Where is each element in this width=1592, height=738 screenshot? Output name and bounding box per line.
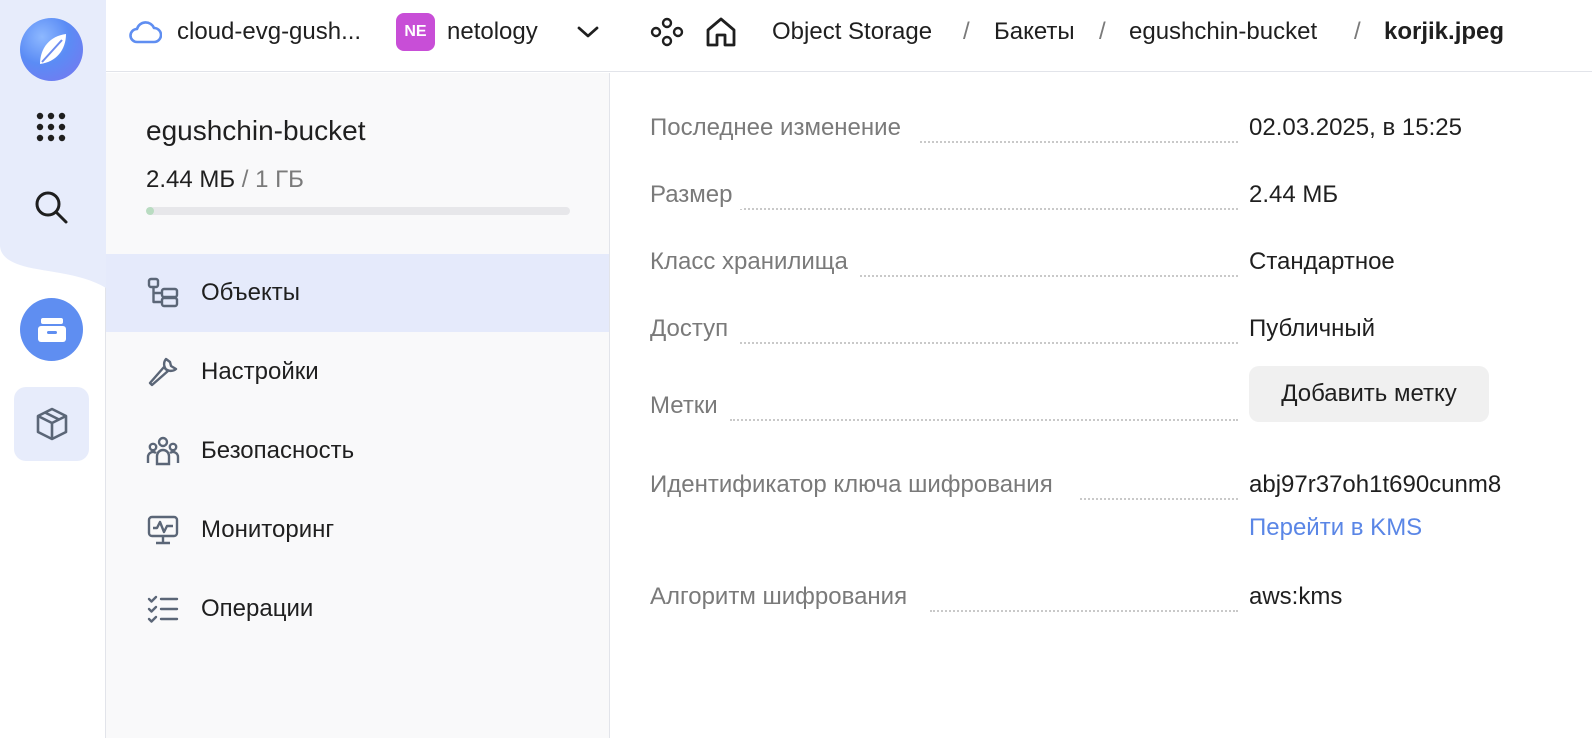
- detail-row-access: Доступ Публичный: [650, 315, 1550, 355]
- home-icon[interactable]: [704, 0, 738, 64]
- nodes-icon[interactable]: [650, 0, 684, 64]
- detail-row-encryption-key: Идентификатор ключа шифрования abj97r37o…: [650, 471, 1550, 511]
- box-icon[interactable]: [14, 387, 89, 461]
- top-header: cloud-evg-gush... NE netology Object Sto…: [106, 0, 1592, 72]
- sidebar-item-label: Настройки: [201, 358, 319, 385]
- breadcrumb-buckets[interactable]: Бакеты: [994, 0, 1075, 64]
- detail-row-size: Размер 2.44 МБ: [650, 181, 1550, 221]
- sidebar-item-label: Безопасность: [201, 437, 355, 464]
- detail-row-encryption-algorithm: Алгоритм шифрования aws:kms: [650, 583, 1550, 623]
- sidebar-item-label: Операции: [201, 595, 314, 622]
- detail-row-modified: Последнее изменение 02.03.2025, в 15:25: [650, 114, 1550, 154]
- left-rail: [0, 0, 106, 738]
- usage-progress-fill: [146, 207, 155, 215]
- detail-value: Публичный: [1249, 315, 1376, 342]
- breadcrumb-separator: /: [1354, 18, 1361, 45]
- services-grid-icon[interactable]: [31, 107, 71, 147]
- sidebar-item-label: Мониторинг: [201, 516, 335, 543]
- dotted-leader: [860, 275, 1238, 277]
- sidebar-item-operations[interactable]: Операции: [106, 570, 609, 648]
- detail-value: 02.03.2025, в 15:25: [1249, 114, 1462, 141]
- add-tag-button[interactable]: Добавить метку: [1249, 366, 1489, 422]
- dotted-leader: [740, 342, 1238, 344]
- objects-tree-icon: [146, 276, 180, 310]
- users-icon: [146, 434, 180, 468]
- detail-value: aws:kms: [1249, 583, 1343, 610]
- dotted-leader: [920, 141, 1238, 143]
- detail-label: Последнее изменение: [650, 114, 911, 142]
- sidebar-item-label: Объекты: [201, 279, 300, 306]
- object-storage-icon[interactable]: [20, 298, 83, 361]
- search-icon[interactable]: [31, 187, 71, 227]
- bucket-title: egushchin-bucket: [146, 115, 366, 146]
- sidebar-item-settings[interactable]: Настройки: [106, 333, 609, 411]
- chevron-down-icon[interactable]: [576, 0, 600, 64]
- bucket-quota: / 1 ГБ: [241, 166, 304, 193]
- detail-row-tags: Метки Добавить метку: [650, 366, 1550, 432]
- detail-label: Метки: [650, 392, 728, 420]
- org-badge: NE: [396, 13, 435, 51]
- detail-label: Доступ: [650, 315, 739, 343]
- breadcrumb-object-storage[interactable]: Object Storage: [772, 0, 932, 64]
- org-name[interactable]: netology: [447, 0, 538, 64]
- checklist-icon: [146, 592, 180, 626]
- wrench-icon: [146, 355, 180, 389]
- dotted-leader: [930, 610, 1238, 612]
- sidebar-item-objects[interactable]: Объекты: [106, 254, 609, 332]
- sidebar-item-security[interactable]: Безопасность: [106, 412, 609, 490]
- detail-value: 2.44 МБ: [1249, 181, 1339, 208]
- dotted-leader: [740, 208, 1238, 210]
- detail-value: Стандартное: [1249, 248, 1395, 275]
- bucket-used: 2.44 МБ: [146, 166, 236, 193]
- bucket-usage: 2.44 МБ / 1 ГБ: [146, 166, 304, 194]
- breadcrumb-separator: /: [1099, 18, 1106, 45]
- cloud-icon: [128, 0, 162, 64]
- breadcrumb-separator: /: [963, 18, 970, 45]
- bucket-sidebar: egushchin-bucket 2.44 МБ / 1 ГБ Объекты: [106, 73, 610, 738]
- dotted-leader: [730, 419, 1238, 421]
- detail-row-storage-class: Класс хранилища Стандартное: [650, 248, 1550, 288]
- breadcrumb-current-object: korjik.jpeg: [1384, 18, 1505, 45]
- detail-label: Класс хранилища: [650, 248, 858, 276]
- sidebar-item-monitoring[interactable]: Мониторинг: [106, 491, 609, 569]
- monitor-chart-icon: [146, 513, 180, 547]
- usage-progress-bar: [146, 207, 570, 215]
- detail-label: Размер: [650, 181, 743, 209]
- detail-label: Идентификатор ключа шифрования: [650, 471, 1063, 499]
- app-logo[interactable]: [20, 18, 83, 81]
- dotted-leader: [1080, 498, 1238, 500]
- go-to-kms-link[interactable]: Перейти в KMS: [1249, 514, 1422, 542]
- breadcrumb-bucket[interactable]: egushchin-bucket: [1129, 0, 1317, 64]
- detail-label: Алгоритм шифрования: [650, 583, 918, 611]
- cloud-selector[interactable]: cloud-evg-gush...: [177, 0, 361, 64]
- detail-value: abj97r37oh1t690cunm8: [1249, 471, 1502, 498]
